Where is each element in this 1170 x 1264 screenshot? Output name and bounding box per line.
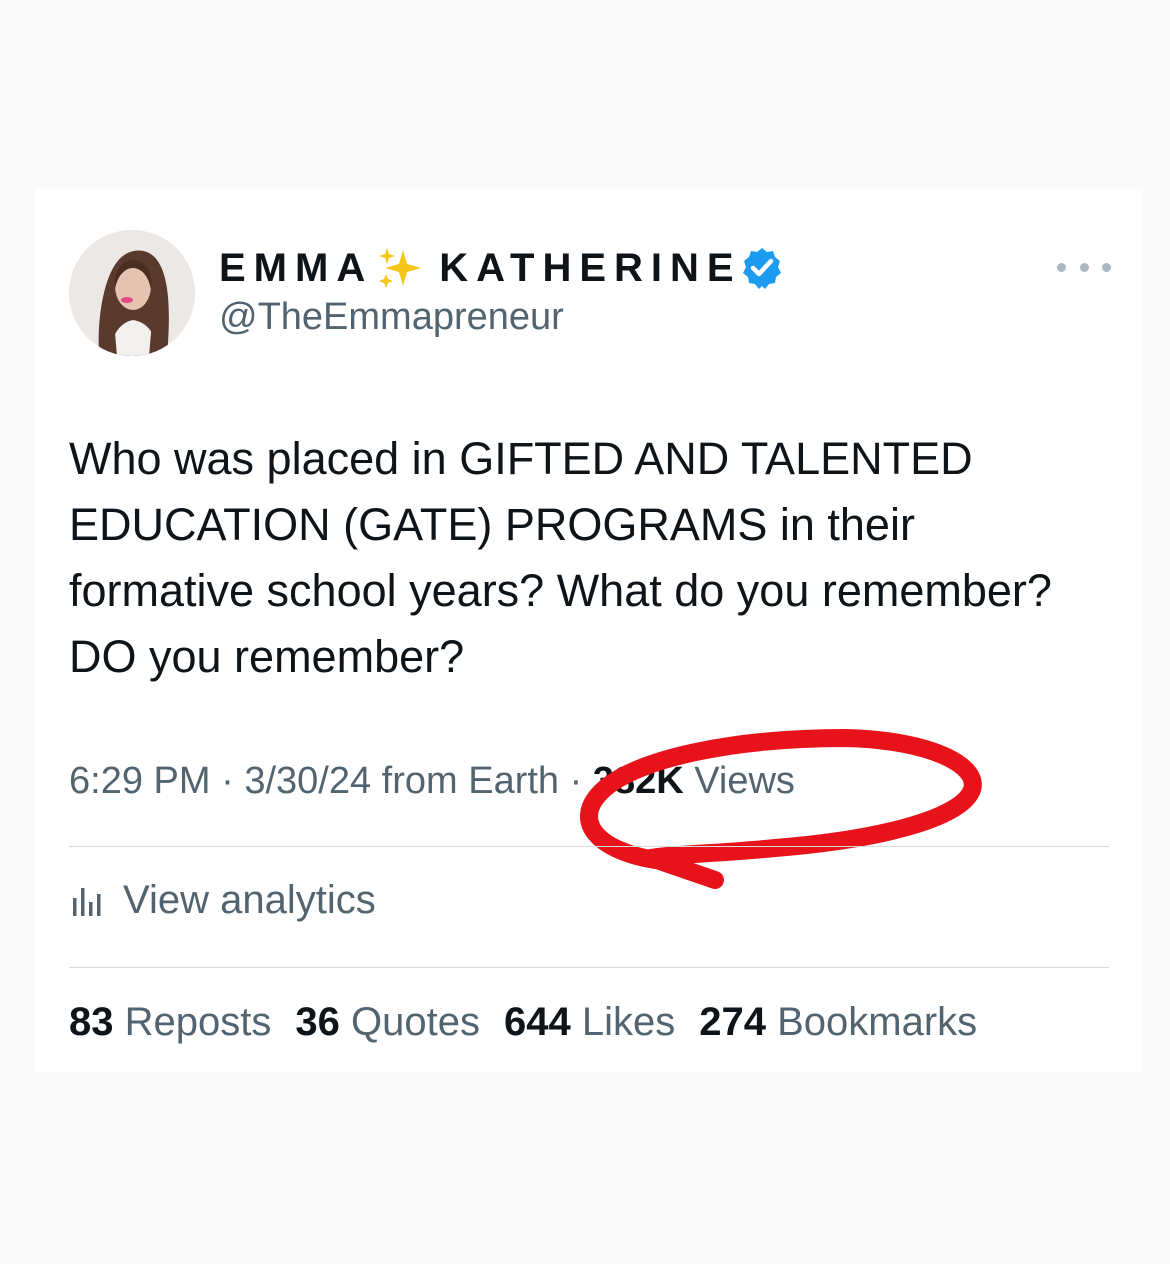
tweet-source: from Earth [381,760,560,802]
tweet-text: Who was placed in GIFTED AND TALENTED ED… [69,433,1052,682]
divider [69,846,1109,847]
author-handle[interactable]: @TheEmmapreneur [219,296,564,339]
view-analytics-label: View analytics [123,878,376,922]
analytics-bar-chart-icon [73,887,101,916]
reposts-label: Reposts [124,1000,272,1044]
quotes-count: 36 [295,1000,340,1044]
red-circle-annotation [580,729,982,889]
reposts-stat[interactable]: 83 Reposts [69,1000,271,1045]
bookmarks-label: Bookmarks [777,1000,978,1044]
meta-separator: · [221,760,234,802]
likes-label: Likes [581,1000,676,1044]
tweet-time[interactable]: 6:29 PM [69,760,211,802]
bookmarks-count: 274 [699,1000,766,1044]
bookmarks-stat[interactable]: 274 Bookmarks [699,1000,977,1045]
sparkles-icon [373,244,433,292]
likes-count: 644 [503,1000,571,1044]
views-count: 382K [592,760,684,802]
divider [69,967,1109,968]
more-dot-icon [1057,262,1066,272]
meta-separator: · [569,760,583,802]
more-dot-icon [1079,262,1089,272]
verified-badge-icon[interactable] [740,246,784,290]
quotes-label: Quotes [351,1000,480,1044]
tweet-meta: 6:29 PM · 3/30/24 from Earth · 382K View… [69,760,795,803]
views-label: Views [694,760,795,802]
avatar[interactable] [69,230,195,356]
more-dot-icon [1102,262,1111,272]
view-analytics-button[interactable]: View analytics [69,878,376,923]
tweet-date[interactable]: 3/30/24 [244,760,371,802]
avatar-image [69,230,195,356]
engagement-stats: 83 Reposts 36 Quotes 644 Likes 274 Bookm… [69,1000,1001,1045]
author-last-name: KATHERINE [439,245,742,290]
likes-stat[interactable]: 644 Likes [504,1000,675,1045]
author-name[interactable]: EMMA KATHERINE [219,244,784,292]
reposts-count: 83 [69,1000,114,1044]
more-options-button[interactable] [1057,252,1111,282]
author-first-name: EMMA [219,245,374,290]
tweet-card: EMMA KATHERINE @TheEmmapreneur Who was p… [35,188,1143,1072]
quotes-stat[interactable]: 36 Quotes [295,1000,480,1045]
